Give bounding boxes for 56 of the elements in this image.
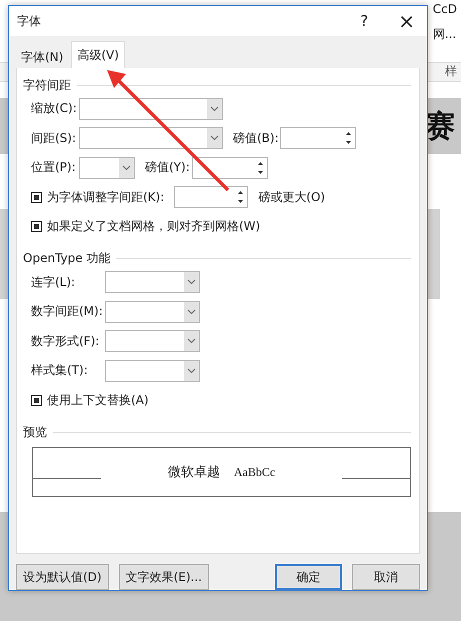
field-label: 数字间距(M): (31, 303, 104, 320)
dropdown-field[interactable] (105, 300, 200, 323)
dropdown-field[interactable] (105, 271, 200, 294)
field-label: 样式集(T): (31, 362, 89, 380)
field-label: 连字(L): (31, 274, 76, 291)
dropdown-field[interactable] (79, 156, 135, 179)
field-label: 磅值(Y): (145, 159, 191, 176)
checkbox-label[interactable]: 如果定义了文档网格，则对齐到网格(W) (47, 218, 260, 236)
dialog-button[interactable]: 设为默认值(D) (16, 564, 109, 590)
spin-field[interactable] (280, 127, 356, 150)
styles-label[interactable]: 样 (445, 63, 457, 81)
section-heading: OpenType 功能 (23, 250, 110, 267)
dialog-button[interactable]: 取消 (352, 564, 420, 590)
triangle-up-icon (238, 191, 244, 194)
triangle-down-icon (238, 200, 244, 204)
help-button[interactable]: ? (360, 12, 368, 30)
checkbox[interactable] (31, 221, 42, 232)
dropdown-field[interactable] (79, 98, 223, 120)
ribbon-text[interactable]: CcD (432, 2, 457, 16)
triangle-up-icon (258, 162, 263, 165)
ribbon-text[interactable]: 网... (432, 26, 456, 43)
chevron-down-icon (122, 164, 131, 171)
dropdown-field[interactable] (105, 330, 200, 352)
preview-text: AaBbCc (234, 464, 276, 480)
field-label: 磅值(B): (233, 130, 280, 147)
field-label: 位置(P): (31, 159, 77, 176)
ok-button[interactable]: 确定 (275, 564, 342, 590)
dropdown-field[interactable] (79, 127, 223, 150)
checkbox[interactable] (31, 394, 42, 406)
triangle-down-icon (258, 170, 263, 174)
triangle-down-icon (346, 141, 351, 144)
preview-text: 微软卓越 (168, 464, 220, 481)
spin-field[interactable] (192, 156, 268, 179)
checkbox[interactable] (31, 192, 42, 203)
chevron-down-icon (187, 308, 196, 315)
field-label: 数字形式(F): (31, 332, 100, 350)
unit-label: 磅或更大(O) (258, 188, 326, 206)
section-heading: 预览 (23, 424, 47, 440)
chevron-down-icon (187, 279, 196, 286)
checkbox-label[interactable]: 使用上下文替换(A) (47, 392, 149, 409)
field-label: 缩放(C): (31, 100, 78, 118)
window-title: 字体 (17, 12, 42, 30)
dialog-button[interactable]: 文字效果(E)... (118, 564, 209, 590)
close-button[interactable]: × (398, 9, 415, 33)
chevron-down-icon (210, 135, 219, 142)
triangle-up-icon (346, 132, 351, 136)
spin-field[interactable] (174, 186, 248, 208)
chevron-down-icon (210, 106, 219, 112)
field-label: 间距(S): (31, 130, 78, 147)
section-heading: 字符间距 (23, 76, 71, 94)
tab[interactable]: 高级(V) (71, 41, 125, 68)
chevron-down-icon (187, 338, 196, 344)
document-text: 赛 (425, 108, 455, 146)
dropdown-field[interactable] (105, 360, 200, 382)
chevron-down-icon (187, 368, 196, 374)
checkbox-label[interactable]: 为字体调整字间距(K): (47, 188, 164, 206)
